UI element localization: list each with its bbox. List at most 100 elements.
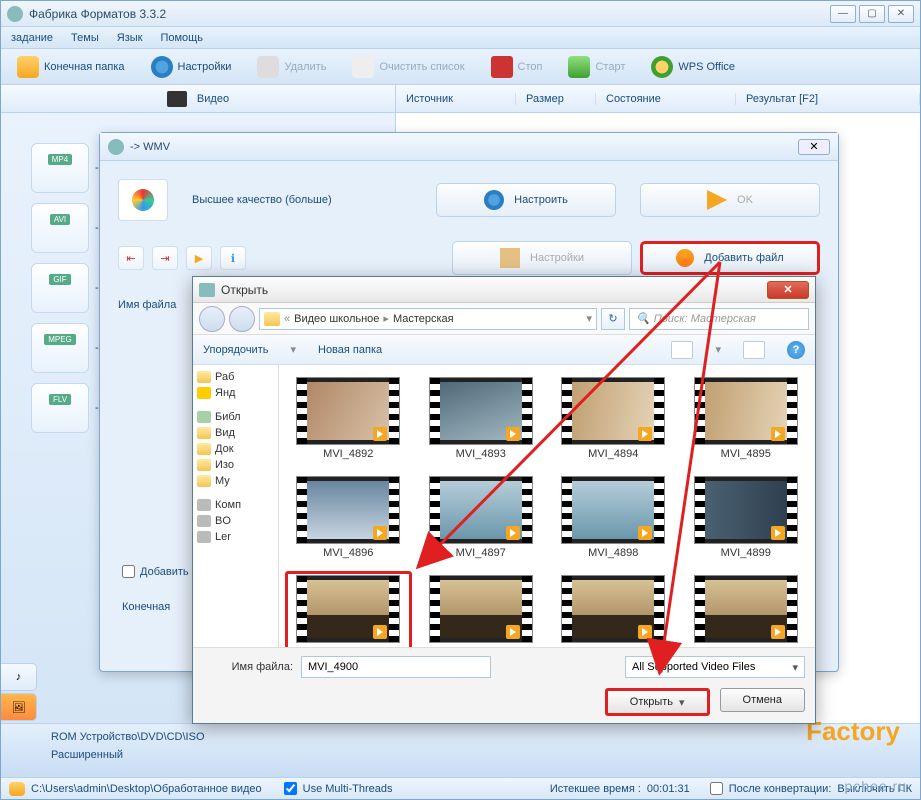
start-button[interactable]: Старт (560, 53, 633, 81)
wps-office-button[interactable]: WPS Office (643, 53, 743, 81)
file-item[interactable]: MVI_4899 (683, 472, 810, 563)
tree-item-icon (197, 531, 211, 543)
new-folder-button[interactable]: Новая папка (318, 344, 382, 356)
preview-button[interactable]: ▶ (186, 246, 212, 270)
file-item[interactable]: MVI_4900 (285, 571, 412, 647)
file-item[interactable]: MVI_4902 (550, 571, 677, 647)
side-tab-picture[interactable]: 🖼 (1, 693, 37, 721)
tree-item[interactable]: Изо (195, 457, 276, 473)
refresh-button[interactable]: ↻ (601, 308, 625, 330)
tree-item[interactable]: Библ (195, 409, 276, 425)
open-button[interactable]: Открыть▾ (605, 688, 710, 716)
close-button[interactable]: ✕ (888, 5, 914, 23)
col-source[interactable]: Источник (396, 93, 516, 105)
info-button[interactable]: ℹ (220, 246, 246, 270)
search-placeholder: Поиск: Мастерская (654, 313, 756, 325)
statusbar: C:\Users\admin\Desktop\Обработанное виде… (1, 777, 920, 799)
file-item[interactable]: MVI_4898 (550, 472, 677, 563)
after-conversion-checkbox[interactable] (710, 782, 723, 795)
tree-item[interactable]: Янд (195, 385, 276, 401)
tree-item[interactable]: Вид (195, 425, 276, 441)
folder-icon (9, 782, 25, 796)
configure-button[interactable]: Настроить (436, 183, 616, 217)
minimize-button[interactable]: — (830, 5, 856, 23)
folder-tree[interactable]: Раб Янд БиблВидДокИзоМу КомпBOLer (193, 365, 279, 647)
side-tabs: ♪ 🖼 (1, 663, 41, 723)
tree-item[interactable]: Док (195, 441, 276, 457)
ok-button[interactable]: OK (640, 183, 820, 217)
file-list[interactable]: MVI_4892MVI_4893MVI_4894MVI_4895 MVI_4896… (279, 365, 815, 647)
preview-pane-button[interactable] (743, 341, 765, 359)
multithread-checkbox[interactable] (284, 782, 297, 795)
open-dialog-nav: « Видео школьное ▸ Мастерская ▾ ↻ 🔍 Поис… (193, 303, 815, 335)
advanced-label[interactable]: Расширенный (11, 746, 910, 764)
dest-folder-button[interactable]: Конечная папка (9, 53, 133, 81)
trim-start-button[interactable]: ⇤ (118, 246, 144, 270)
delete-button[interactable]: Удалить (249, 53, 334, 81)
open-dialog-titlebar: Открыть ✕ (193, 277, 815, 303)
open-dialog-close-button[interactable]: ✕ (767, 281, 809, 299)
add-file-button[interactable]: Добавить файл (640, 241, 820, 275)
play-overlay-icon (373, 526, 387, 540)
breadcrumb[interactable]: « Видео школьное ▸ Мастерская ▾ (259, 308, 597, 330)
menu-task[interactable]: задание (11, 32, 53, 44)
nav-back-button[interactable] (199, 306, 225, 332)
dest-folder-label: Конечная (122, 601, 170, 613)
filename-input[interactable]: MVI_4900 (301, 656, 491, 678)
tree-item[interactable]: Раб (195, 369, 276, 385)
video-category-header[interactable]: Видео (1, 85, 395, 113)
menu-help[interactable]: Помощь (160, 32, 203, 44)
col-state[interactable]: Состояние (596, 93, 736, 105)
file-item[interactable]: MVI_4892 (285, 373, 412, 464)
tree-item[interactable]: Му (195, 473, 276, 489)
video-thumbnail (429, 476, 533, 544)
rom-device-label[interactable]: ROM Устройство\DVD\CD\ISO (11, 728, 910, 746)
cancel-button[interactable]: Отмена (720, 688, 805, 712)
wmv-close-button[interactable]: ✕ (798, 139, 830, 155)
organize-button[interactable]: Упорядочить (203, 344, 268, 356)
help-icon[interactable]: ? (787, 341, 805, 359)
file-item[interactable]: MVI_4893 (418, 373, 545, 464)
file-item[interactable]: MVI_4895 (683, 373, 810, 464)
play-overlay-icon (506, 427, 520, 441)
dest-folder-label: Конечная папка (44, 61, 125, 73)
file-item[interactable]: MVI_4901 (418, 571, 545, 647)
play-overlay-icon (373, 625, 387, 639)
trim-end-button[interactable]: ⇥ (152, 246, 178, 270)
breadcrumb-part2[interactable]: Мастерская (393, 313, 454, 325)
play-overlay-icon (771, 427, 785, 441)
tree-item[interactable]: Ler (195, 529, 276, 545)
file-item[interactable]: MVI_4894 (550, 373, 677, 464)
play-overlay-icon (638, 526, 652, 540)
tree-item[interactable]: Комп (195, 497, 276, 513)
file-item[interactable]: MVI_4896 (285, 472, 412, 563)
output-path[interactable]: C:\Users\admin\Desktop\Обработанное виде… (31, 783, 262, 795)
settings-label: Настройки (178, 61, 232, 73)
side-tab-audio[interactable]: ♪ (1, 663, 37, 691)
menu-language[interactable]: Язык (117, 32, 143, 44)
video-thumbnail (694, 476, 798, 544)
filetype-select[interactable]: All Supported Video Files (625, 656, 805, 678)
stop-button[interactable]: Стоп (483, 53, 551, 81)
view-mode-button[interactable] (671, 341, 693, 359)
col-size[interactable]: Размер (516, 93, 596, 105)
clear-list-button[interactable]: Очистить список (344, 53, 472, 81)
tree-item-label: Раб (215, 371, 234, 383)
file-label: MVI_4898 (588, 547, 638, 559)
breadcrumb-part1[interactable]: Видео школьное (294, 313, 379, 325)
elapsed-value: 00:01:31 (647, 783, 690, 795)
settings-button[interactable]: Настройки (143, 53, 240, 81)
wmv-dialog-icon (108, 139, 124, 155)
maximize-button[interactable]: ▢ (859, 5, 885, 23)
wmv-settings-button[interactable]: Настройки (452, 241, 632, 275)
quality-label[interactable]: Высшее качество (больше) (192, 194, 412, 206)
tree-item[interactable]: BO (195, 513, 276, 529)
add-checkbox[interactable] (122, 565, 135, 578)
file-item[interactable]: MVI_4897 (418, 472, 545, 563)
gear-icon (151, 56, 173, 78)
file-item[interactable]: MVI_4903 (683, 571, 810, 647)
menu-themes[interactable]: Темы (71, 32, 99, 44)
search-input[interactable]: 🔍 Поиск: Мастерская (629, 308, 809, 330)
col-result[interactable]: Результат [F2] (736, 93, 920, 105)
nav-forward-button[interactable] (229, 306, 255, 332)
